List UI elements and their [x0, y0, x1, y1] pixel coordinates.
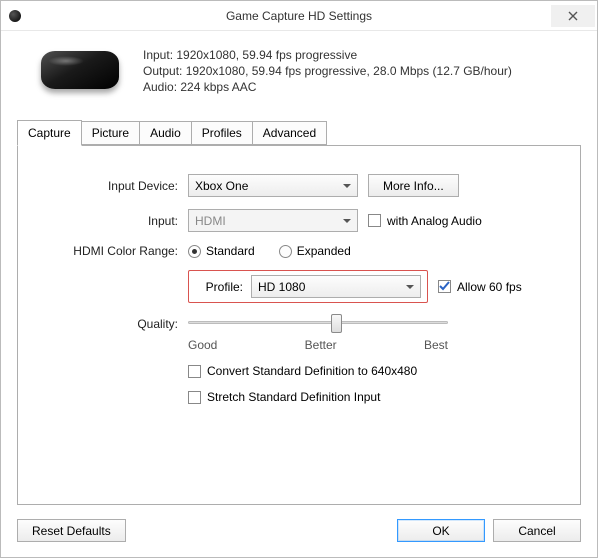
input-select: HDMI [188, 209, 358, 232]
info-input: Input: 1920x1080, 59.94 fps progressive [143, 47, 512, 63]
device-image [35, 45, 125, 97]
stretch-sd-option[interactable]: Stretch Standard Definition Input [188, 390, 380, 404]
quality-slider[interactable]: Good Better Best [188, 315, 448, 352]
tick-better: Better [305, 338, 337, 352]
tabs: Capture Picture Audio Profiles Advanced … [17, 119, 581, 505]
close-button[interactable] [551, 5, 595, 27]
slider-ticks: Good Better Best [188, 338, 448, 352]
allow-60fps-option[interactable]: Allow 60 fps [438, 280, 522, 294]
input-device-value: Xbox One [195, 179, 248, 193]
hdmi-range-label: HDMI Color Range: [38, 244, 188, 258]
allow-60fps-label: Allow 60 fps [457, 280, 522, 294]
profile-label: Profile: [195, 280, 243, 294]
more-info-button[interactable]: More Info... [368, 174, 459, 197]
analog-audio-label: with Analog Audio [387, 214, 482, 228]
stretch-sd-label: Stretch Standard Definition Input [207, 390, 380, 404]
radio-expanded[interactable] [279, 245, 292, 258]
hdmi-range-expanded[interactable]: Expanded [279, 244, 351, 258]
tick-good: Good [188, 338, 217, 352]
input-device-select[interactable]: Xbox One [188, 174, 358, 197]
ok-button[interactable]: OK [397, 519, 485, 542]
info-output: Output: 1920x1080, 59.94 fps progressive… [143, 63, 512, 79]
profile-value: HD 1080 [258, 280, 305, 294]
window-title: Game Capture HD Settings [1, 9, 597, 23]
stretch-sd-checkbox[interactable] [188, 391, 201, 404]
tab-advanced[interactable]: Advanced [252, 121, 327, 145]
radio-standard[interactable] [188, 245, 201, 258]
quality-label: Quality: [38, 315, 188, 331]
content-area: Input: 1920x1080, 59.94 fps progressive … [1, 31, 597, 557]
convert-sd-option[interactable]: Convert Standard Definition to 640x480 [188, 364, 417, 378]
settings-window: Game Capture HD Settings Input: 1920x108… [0, 0, 598, 558]
info-text: Input: 1920x1080, 59.94 fps progressive … [143, 45, 512, 97]
analog-audio-option[interactable]: with Analog Audio [368, 214, 482, 228]
header: Input: 1920x1080, 59.94 fps progressive … [17, 45, 581, 97]
input-label: Input: [38, 214, 188, 228]
input-value: HDMI [195, 214, 226, 228]
capture-panel: Input Device: Xbox One More Info... Inpu… [17, 145, 581, 505]
app-icon [9, 10, 21, 22]
analog-audio-checkbox[interactable] [368, 214, 381, 227]
reset-defaults-button[interactable]: Reset Defaults [17, 519, 126, 542]
hdmi-range-standard[interactable]: Standard [188, 244, 255, 258]
footer: Reset Defaults OK Cancel [17, 505, 581, 542]
slider-track[interactable] [188, 321, 448, 324]
info-audio: Audio: 224 kbps AAC [143, 79, 512, 95]
profile-highlight: Profile: HD 1080 [188, 270, 428, 303]
titlebar: Game Capture HD Settings [1, 1, 597, 31]
tab-profiles[interactable]: Profiles [191, 121, 253, 145]
allow-60fps-checkbox[interactable] [438, 280, 451, 293]
tab-capture[interactable]: Capture [17, 120, 82, 146]
tick-best: Best [424, 338, 448, 352]
tab-picture[interactable]: Picture [81, 121, 140, 145]
cancel-button[interactable]: Cancel [493, 519, 581, 542]
tabstrip: Capture Picture Audio Profiles Advanced [17, 119, 581, 145]
tab-audio[interactable]: Audio [139, 121, 192, 145]
convert-sd-checkbox[interactable] [188, 365, 201, 378]
close-icon [568, 11, 578, 21]
profile-select[interactable]: HD 1080 [251, 275, 421, 298]
input-device-label: Input Device: [38, 179, 188, 193]
convert-sd-label: Convert Standard Definition to 640x480 [207, 364, 417, 378]
slider-thumb[interactable] [331, 314, 342, 333]
